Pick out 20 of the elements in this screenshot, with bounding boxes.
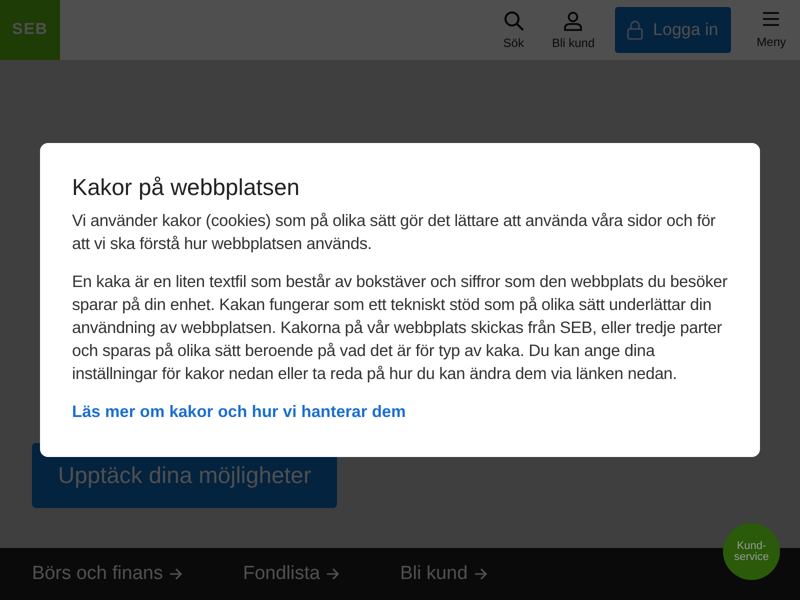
arrow-icon [474, 568, 488, 580]
dialog-paragraph: En kaka är en liten textfil som består av bokstäver och siffror som den webbplats du besöker sparar på din enhet. Kakan fungerar som ett tekniskt stöd som på olika sätt underlättar din användning av webbplatsen. Kakorna på vår webbplats skickas från SEB, eller tredje parter och sparas på olika sätt beroende på vad det är för typ av kaka. Du kan ange dina inställningar för kakor nedan eller ta reda på hur du kan ändra dem via länken nedan. [72, 272, 728, 385]
user-icon [563, 10, 584, 30]
arrow-icon [168, 568, 183, 580]
footer-link[interactable]: Bli kund [400, 563, 488, 585]
login-button[interactable]: Logga in [614, 7, 731, 53]
bank-logo[interactable]: SEB [0, 0, 60, 60]
menu-button[interactable]: Meny [748, 11, 794, 49]
header-link[interactable]: Sök [495, 10, 532, 50]
dialog-paragraph: Vi använder kakor (cookies) som på olika sätt gör det lättare att använda våra sidor och för att vi ska förstå hur webbplatsen används. [72, 211, 716, 255]
arrow-icon [326, 568, 340, 580]
dialog-title: Kakor på webbplatsen [72, 174, 301, 201]
lock-icon [627, 20, 644, 40]
menu-icon [762, 11, 780, 27]
header-link[interactable]: Bli kund [544, 10, 603, 50]
search-icon [504, 10, 524, 30]
footer-link[interactable]: Börs och finans [32, 563, 183, 585]
customer-service-button[interactable]: Kund-service [723, 523, 780, 580]
cookie-info-link[interactable]: Läs mer om kakor och hur vi hanterar dem [72, 403, 406, 422]
footer-link[interactable]: Fondlista [242, 563, 340, 585]
